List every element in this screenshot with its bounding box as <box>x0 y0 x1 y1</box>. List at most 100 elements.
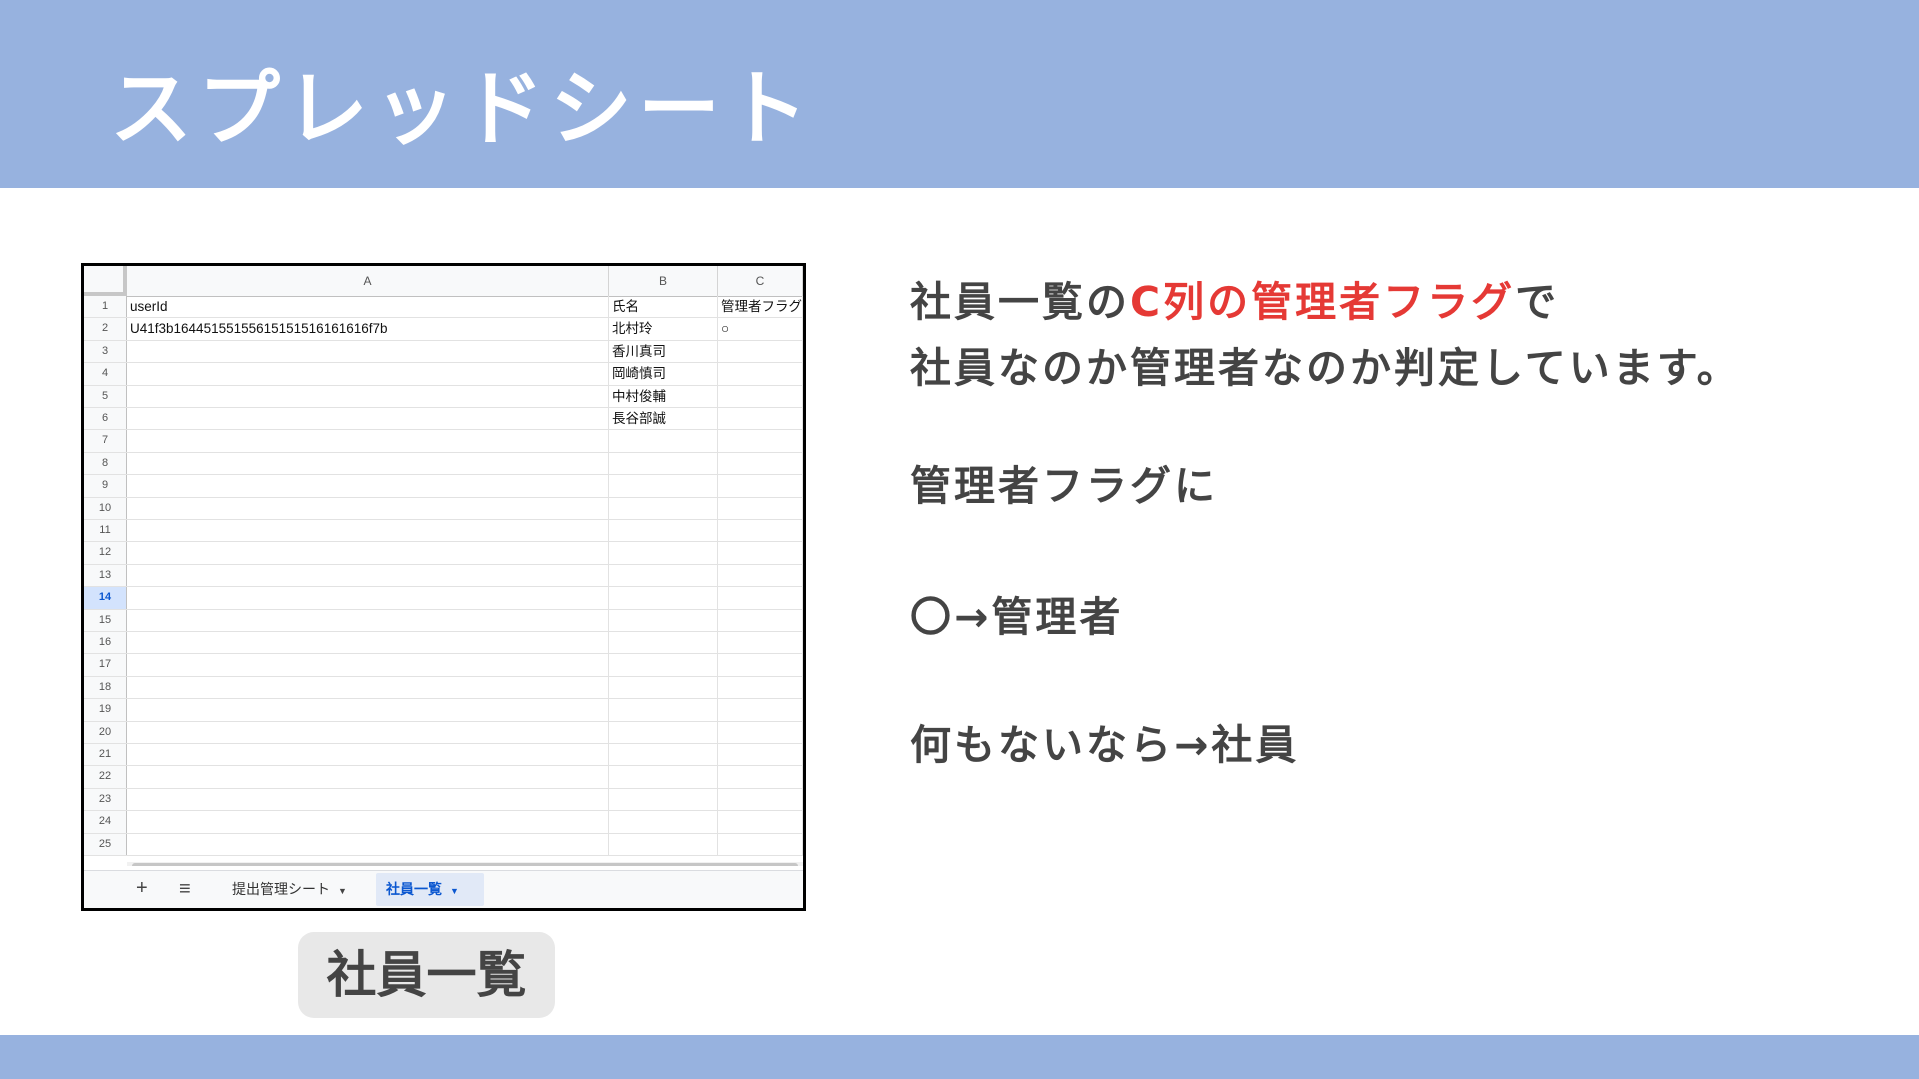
cell-b[interactable]: 中村俊輔 <box>609 385 718 407</box>
cell-c[interactable] <box>718 520 803 542</box>
cell-b[interactable] <box>609 497 718 519</box>
all-sheets-menu-icon[interactable]: ≡ <box>179 878 191 901</box>
cell-c[interactable] <box>718 744 803 766</box>
cell-a[interactable] <box>127 699 609 721</box>
row-number[interactable]: 5 <box>84 385 127 407</box>
column-header-c[interactable]: C <box>718 266 803 296</box>
cell-b[interactable] <box>609 632 718 654</box>
cell-c[interactable] <box>718 340 803 363</box>
row-number[interactable]: 1 <box>84 296 127 318</box>
cell-c[interactable] <box>718 452 803 475</box>
row-number[interactable]: 21 <box>84 744 127 766</box>
cell-a[interactable] <box>127 340 609 363</box>
row-number[interactable]: 9 <box>84 475 127 497</box>
cell-a[interactable] <box>127 520 609 542</box>
horizontal-scrollbar[interactable] <box>127 862 803 866</box>
cell-c[interactable] <box>718 497 803 519</box>
cell-a[interactable] <box>127 497 609 519</box>
cell-a[interactable] <box>127 452 609 475</box>
cell-a[interactable] <box>127 385 609 407</box>
cell-c[interactable] <box>718 699 803 721</box>
cell-a[interactable] <box>127 475 609 497</box>
cell-c[interactable]: 管理者フラグ <box>718 296 803 318</box>
row-number[interactable]: 18 <box>84 676 127 699</box>
add-sheet-icon[interactable]: + <box>136 877 148 900</box>
cell-a[interactable] <box>127 833 609 855</box>
cell-b[interactable] <box>609 475 718 497</box>
cell-a[interactable] <box>127 587 609 609</box>
cell-a[interactable] <box>127 632 609 654</box>
row-number[interactable]: 3 <box>84 340 127 363</box>
cell-c[interactable] <box>718 811 803 833</box>
row-number[interactable]: 13 <box>84 564 127 587</box>
cell-c[interactable] <box>718 721 803 743</box>
cell-b[interactable] <box>609 654 718 676</box>
row-number[interactable]: 11 <box>84 520 127 542</box>
cell-b[interactable] <box>609 587 718 609</box>
row-number[interactable]: 15 <box>84 609 127 631</box>
cell-a[interactable] <box>127 721 609 743</box>
column-header-b[interactable]: B <box>609 266 718 296</box>
cell-a[interactable] <box>127 654 609 676</box>
cell-c[interactable] <box>718 833 803 855</box>
cell-b[interactable] <box>609 833 718 855</box>
cell-c[interactable] <box>718 654 803 676</box>
cell-b[interactable] <box>609 766 718 788</box>
row-number[interactable]: 10 <box>84 497 127 519</box>
cell-b[interactable]: 氏名 <box>609 296 718 318</box>
row-number[interactable]: 24 <box>84 811 127 833</box>
row-number[interactable]: 6 <box>84 408 127 430</box>
cell-b[interactable] <box>609 676 718 699</box>
cell-a[interactable] <box>127 564 609 587</box>
row-number[interactable]: 8 <box>84 452 127 475</box>
cell-a[interactable] <box>127 408 609 430</box>
cell-b[interactable] <box>609 520 718 542</box>
cell-b[interactable] <box>609 788 718 811</box>
cell-a[interactable] <box>127 363 609 385</box>
row-number[interactable]: 17 <box>84 654 127 676</box>
cell-c[interactable] <box>718 542 803 564</box>
cell-c[interactable] <box>718 676 803 699</box>
sheet-tab-submission[interactable]: 提出管理シート ▼ <box>222 873 372 906</box>
dropdown-caret-icon[interactable]: ▼ <box>450 886 459 896</box>
cell-b[interactable] <box>609 721 718 743</box>
row-number[interactable]: 12 <box>84 542 127 564</box>
row-number[interactable]: 19 <box>84 699 127 721</box>
cell-c[interactable] <box>718 475 803 497</box>
cell-a[interactable] <box>127 676 609 699</box>
cell-b[interactable] <box>609 609 718 631</box>
cell-c[interactable] <box>718 564 803 587</box>
cell-a[interactable]: U41f3b16445155155615151516161616f7b <box>127 318 609 340</box>
column-header-a[interactable]: A <box>127 266 609 296</box>
cell-b[interactable] <box>609 452 718 475</box>
cell-c[interactable] <box>718 766 803 788</box>
dropdown-caret-icon[interactable]: ▼ <box>338 886 347 896</box>
cell-c[interactable] <box>718 363 803 385</box>
row-number[interactable]: 2 <box>84 318 127 340</box>
cell-b[interactable] <box>609 699 718 721</box>
row-number[interactable]: 14 <box>84 587 127 609</box>
select-all-corner[interactable] <box>84 266 127 296</box>
row-number[interactable]: 22 <box>84 766 127 788</box>
cell-b[interactable] <box>609 811 718 833</box>
cell-a[interactable] <box>127 766 609 788</box>
cell-a[interactable] <box>127 609 609 631</box>
row-number[interactable]: 16 <box>84 632 127 654</box>
cell-c[interactable]: ○ <box>718 318 803 340</box>
cell-b[interactable]: 岡崎慎司 <box>609 363 718 385</box>
cell-b[interactable] <box>609 542 718 564</box>
cell-c[interactable] <box>718 587 803 609</box>
row-number[interactable]: 20 <box>84 721 127 743</box>
cell-c[interactable] <box>718 385 803 407</box>
cell-c[interactable] <box>718 632 803 654</box>
cell-a[interactable] <box>127 811 609 833</box>
cell-c[interactable] <box>718 788 803 811</box>
cell-c[interactable] <box>718 430 803 452</box>
row-number[interactable]: 4 <box>84 363 127 385</box>
cell-c[interactable] <box>718 408 803 430</box>
cell-a[interactable] <box>127 430 609 452</box>
cell-a[interactable] <box>127 788 609 811</box>
cell-b[interactable]: 長谷部誠 <box>609 408 718 430</box>
row-number[interactable]: 23 <box>84 788 127 811</box>
sheet-tab-employees[interactable]: 社員一覧 ▼ <box>376 873 484 906</box>
